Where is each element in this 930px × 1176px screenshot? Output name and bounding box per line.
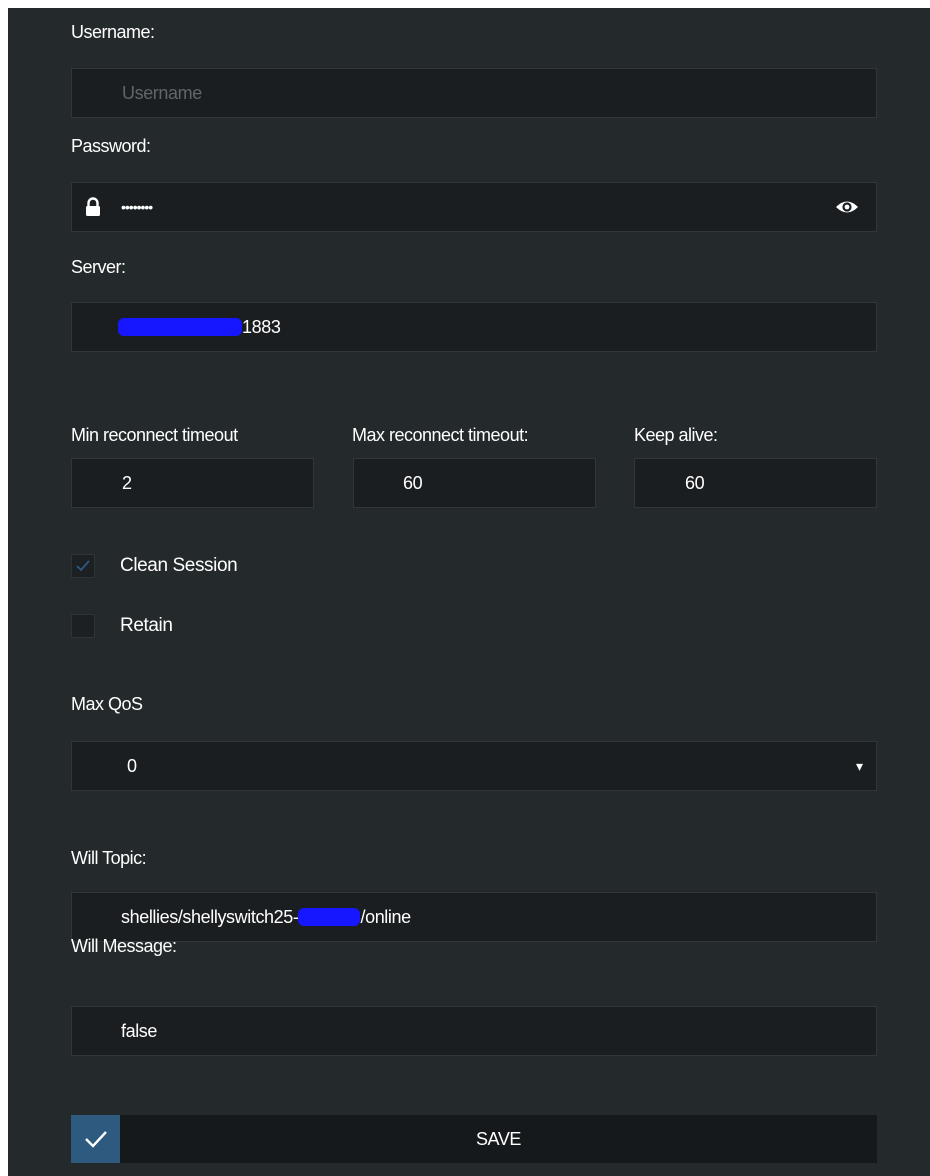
server-value: 1883 [118,303,281,351]
will-topic-field[interactable]: shellies/shellyswitch25- /online [71,892,877,942]
will-topic-suffix: /online [360,906,411,927]
keep-alive-input[interactable]: 60 [634,458,877,508]
keep-alive-label: Keep alive: [634,425,718,445]
max-qos-select[interactable]: 0 ▾ [71,741,877,791]
retain-checkbox[interactable] [71,614,95,638]
retain-label[interactable]: Retain [120,615,173,637]
password-value: •••••••• [121,199,153,215]
redacted-server-address [118,318,242,336]
server-label: Server: [71,257,126,277]
eye-icon[interactable] [835,197,859,217]
max-qos-label: Max QoS [71,694,143,714]
max-reconnect-input[interactable]: 60 [353,458,596,508]
server-port: 1883 [242,316,281,337]
clean-session-checkbox[interactable] [71,554,95,578]
max-qos-selected: 0 [127,755,137,776]
will-message-field[interactable]: false [71,1006,877,1056]
redacted-device-id [298,908,361,926]
max-reconnect-value: 60 [403,472,423,493]
lock-icon [84,197,102,217]
will-topic-label: Will Topic: [71,848,147,868]
username-field[interactable]: Username [71,68,877,118]
save-button[interactable]: SAVE [71,1115,877,1163]
max-reconnect-label: Max reconnect timeout: [352,425,529,445]
clean-session-label[interactable]: Clean Session [120,555,238,577]
will-topic-prefix: shellies/shellyswitch25- [121,906,299,927]
check-icon [76,560,90,572]
will-message-label: Will Message: [71,936,177,956]
username-placeholder: Username [122,82,202,103]
min-reconnect-value: 2 [122,472,132,493]
min-reconnect-label: Min reconnect timeout [71,425,238,445]
min-reconnect-input[interactable]: 2 [71,458,314,508]
password-field[interactable]: •••••••• [71,182,877,232]
save-button-label: SAVE [475,1128,522,1149]
username-label: Username: [71,22,155,42]
server-field[interactable]: 1883 [71,302,877,352]
check-icon [71,1115,120,1163]
keep-alive-value: 60 [685,472,705,493]
will-message-value: false [121,1020,158,1041]
will-topic-value: shellies/shellyswitch25- /online [121,893,411,941]
dropdown-arrow-icon: ▾ [856,757,863,774]
mqtt-settings-panel: Username: Username Password: •••••••• Se… [8,8,930,1176]
password-label: Password: [71,136,151,156]
